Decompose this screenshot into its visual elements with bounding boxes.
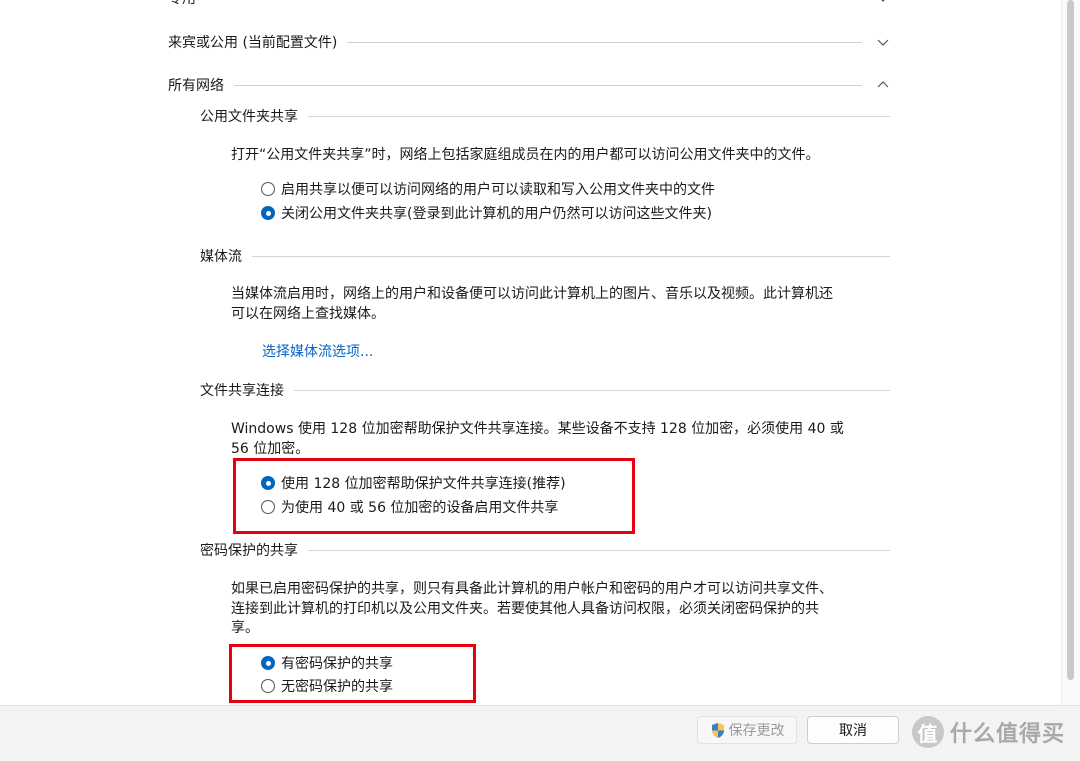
save-changes-button[interactable]: 保存更改 [697, 716, 797, 744]
radio-button[interactable] [261, 182, 275, 196]
divider [308, 115, 890, 117]
annotation-highlight-box [233, 458, 635, 534]
watermark: 值 什么值得买 [912, 715, 1065, 749]
text-line: 56 位加密。 [231, 440, 310, 457]
subsection-header-file-sharing: 文件共享连接 [200, 380, 890, 400]
section-header-all-networks[interactable]: 所有网络 [168, 73, 890, 97]
subsection-title: 文件共享连接 [200, 383, 284, 399]
vertical-scrollbar[interactable] [1061, 0, 1080, 705]
subsection-title: 公用文件夹共享 [200, 109, 298, 125]
watermark-text: 什么值得买 [950, 722, 1066, 747]
divider [294, 389, 890, 391]
section-title: 专用 [168, 0, 206, 8]
button-label: 保存更改 [728, 723, 785, 739]
section-header-guest-public[interactable]: 来宾或公用 (当前配置文件) [168, 30, 890, 54]
section-title: 来宾或公用 (当前配置文件) [168, 35, 338, 51]
shield-icon [711, 722, 724, 738]
cancel-button[interactable]: 取消 [807, 716, 899, 744]
section-header-private[interactable]: 专用 [168, 0, 890, 10]
media-streaming-options-link[interactable]: 选择媒体流选项... [262, 341, 373, 361]
subsection-title: 密码保护的共享 [200, 543, 298, 559]
divider [252, 255, 890, 257]
button-label: 取消 [839, 723, 867, 739]
radio-public-folder-off[interactable]: 关闭公用文件夹共享(登录到此计算机的用户仍然可以访问这些文件夹) [261, 203, 712, 223]
section-title: 所有网络 [168, 78, 224, 94]
file-sharing-description: Windows 使用 128 位加密帮助保护文件共享连接。某些设备不支持 128… [231, 420, 886, 459]
divider [234, 84, 862, 86]
text-line: Windows 使用 128 位加密帮助保护文件共享连接。某些设备不支持 128… [231, 421, 844, 437]
password-description: 如果已启用密码保护的共享，则只有具备此计算机的用户帐户和密码的用户才可以访问共享… [231, 580, 886, 639]
text-line: 如果已启用密码保护的共享，则只有具备此计算机的用户帐户和密码的用户才可以访问共享… [231, 581, 833, 597]
watermark-logo-icon: 值 [912, 716, 944, 748]
radio-public-folder-on[interactable]: 启用共享以便可以访问网络的用户可以读取和写入公用文件夹中的文件 [261, 179, 715, 199]
text-line: 享。 [231, 620, 259, 636]
text-line: 可以在网络上查找媒体。 [231, 305, 385, 322]
subsection-title: 媒体流 [200, 249, 242, 265]
text-line: 连接到此计算机的打印机以及公用文件夹。若要使其他人具备访问权限，必须关闭密码保护… [231, 600, 819, 617]
subsection-header-password: 密码保护的共享 [200, 540, 890, 560]
radio-label: 启用共享以便可以访问网络的用户可以读取和写入公用文件夹中的文件 [281, 182, 715, 198]
chevron-up-icon[interactable] [876, 78, 890, 92]
chevron-down-icon[interactable] [876, 0, 890, 5]
subsection-header-media: 媒体流 [200, 246, 890, 266]
radio-label: 关闭公用文件夹共享(登录到此计算机的用户仍然可以访问这些文件夹) [281, 206, 712, 222]
divider [347, 41, 862, 43]
media-description: 当媒体流启用时，网络上的用户和设备便可以访问此计算机上的图片、音乐以及视频。此计… [231, 285, 886, 324]
scrollbar-thumb[interactable] [1067, 0, 1074, 680]
chevron-down-icon[interactable] [876, 35, 890, 49]
public-folder-description: 打开“公用文件夹共享”时，网络上包括家庭组成员在内的用户都可以访问公用文件夹中的… [231, 147, 820, 163]
annotation-highlight-box [229, 644, 476, 703]
text-line: 当媒体流启用时，网络上的用户和设备便可以访问此计算机上的图片、音乐以及视频。此计… [231, 286, 833, 302]
radio-button-selected[interactable] [261, 206, 275, 220]
settings-content: 专用 来宾或公用 (当前配置文件) 所有网络 公用文件夹共享 打开“公用文件夹共… [0, 0, 1062, 705]
subsection-header-public-folder: 公用文件夹共享 [200, 106, 890, 126]
divider [308, 549, 890, 551]
